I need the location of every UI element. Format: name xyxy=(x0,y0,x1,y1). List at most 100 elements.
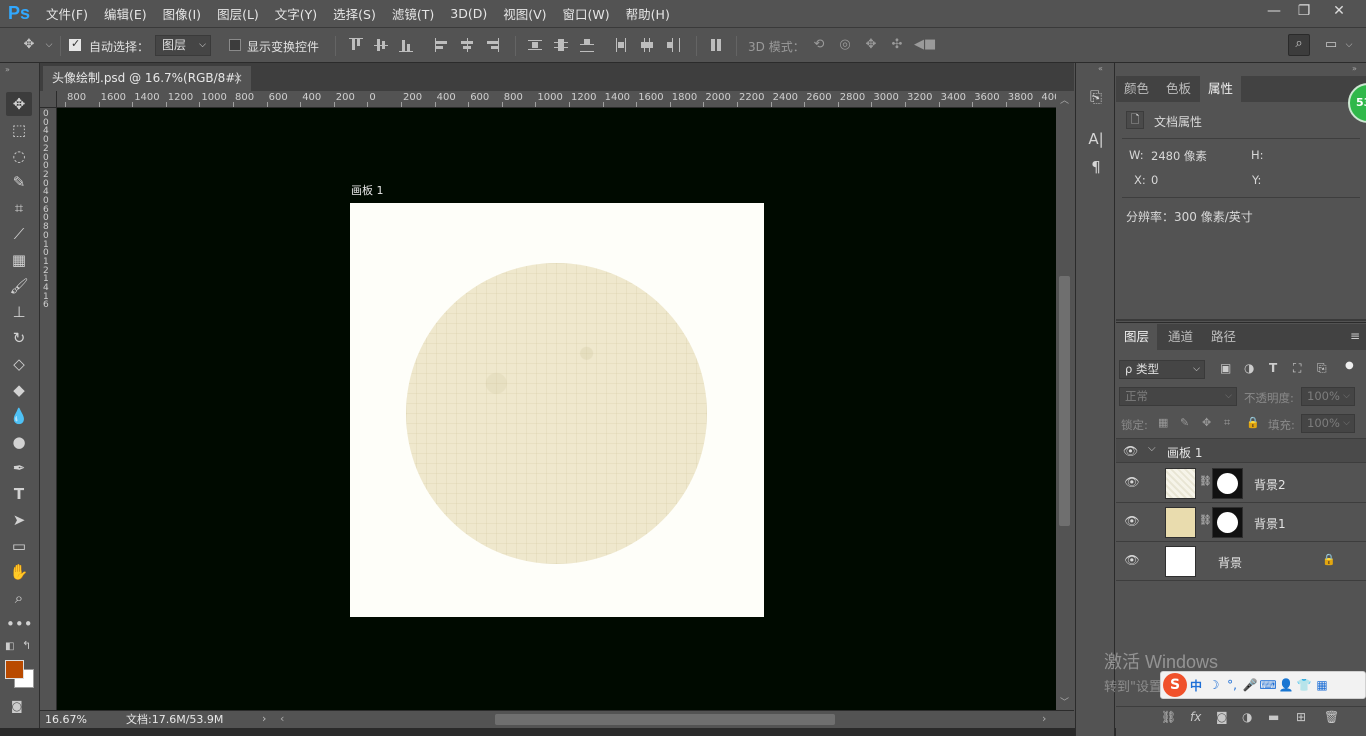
blur-tool-icon[interactable]: 💧 xyxy=(6,404,32,428)
foreground-color-swatch[interactable] xyxy=(5,660,24,679)
type-tool-icon[interactable]: T xyxy=(6,482,32,506)
paint-bucket-tool-icon[interactable]: ◆ xyxy=(6,378,32,402)
menu-type[interactable]: 文字(Y) xyxy=(267,4,325,23)
scroll-right-icon[interactable]: › xyxy=(1042,712,1046,725)
lock-position-icon[interactable]: ✥ xyxy=(1202,416,1211,429)
fill-field[interactable]: 100% ⌵ xyxy=(1301,414,1355,433)
minimize-icon[interactable]: — xyxy=(1257,0,1291,22)
eye-icon[interactable]: 👁 xyxy=(1123,475,1141,489)
link-icon[interactable]: ⛓ xyxy=(1199,515,1212,526)
distribute-hcenter-icon[interactable] xyxy=(640,38,654,52)
layer-row[interactable]: 👁 背景 🔒 xyxy=(1116,542,1366,581)
menu-select[interactable]: 选择(S) xyxy=(325,4,384,23)
chevron-down-icon[interactable]: ⌵ xyxy=(1148,443,1156,454)
moon-icon[interactable]: ☽ xyxy=(1205,678,1223,692)
artboard-label[interactable]: 画板 1 xyxy=(351,182,384,198)
distribute-bottom-icon[interactable] xyxy=(580,38,594,52)
align-vertical-centers-icon[interactable] xyxy=(374,38,388,52)
close-tab-icon[interactable]: × xyxy=(233,66,243,91)
tab-channels[interactable]: 通道 xyxy=(1160,324,1201,350)
tab-color[interactable]: 颜色 xyxy=(1116,76,1157,102)
menu-image[interactable]: 图像(I) xyxy=(155,4,209,23)
panel-divider[interactable] xyxy=(1116,319,1366,321)
filter-type-icon[interactable]: T xyxy=(1269,361,1277,375)
eye-icon[interactable]: 👁 xyxy=(1123,444,1138,458)
menu-layer[interactable]: 图层(L) xyxy=(209,4,267,23)
eye-icon[interactable]: 👁 xyxy=(1123,514,1141,528)
link-layers-icon[interactable]: ⛓ xyxy=(1161,710,1176,724)
eyedropper-tool-icon[interactable]: ⟋ xyxy=(6,222,32,246)
horizontal-scrollbar-thumb[interactable] xyxy=(495,714,835,725)
move-icon[interactable]: ✥ xyxy=(20,36,38,54)
opacity-field[interactable]: 100% ⌵ xyxy=(1301,387,1355,406)
align-left-edges-icon[interactable] xyxy=(435,38,449,52)
vertical-scrollbar-thumb[interactable] xyxy=(1059,276,1070,526)
paragraph-panel-icon[interactable]: ¶ xyxy=(1084,155,1108,179)
user-icon[interactable]: 👤 xyxy=(1277,678,1295,692)
filter-toggle-icon[interactable]: ● xyxy=(1345,360,1355,375)
ime-logo[interactable]: S xyxy=(1163,673,1187,697)
dodge-tool-icon[interactable]: ● xyxy=(6,430,32,454)
toolbox-icon[interactable]: ▦ xyxy=(1313,678,1331,692)
close-icon[interactable]: ✕ xyxy=(1322,0,1356,22)
layer-group-row[interactable]: 👁 ⌵ 画板 1 xyxy=(1116,438,1366,463)
zoom-level-field[interactable]: 16.67% xyxy=(42,712,104,727)
align-bottom-edges-icon[interactable] xyxy=(399,38,413,52)
adjustment-layer-icon[interactable]: ◑ xyxy=(1242,710,1252,724)
menu-filter[interactable]: 滤镜(T) xyxy=(384,4,442,23)
auto-select-target-dropdown[interactable]: 图层 ⌵ xyxy=(155,35,211,56)
distribute-top-icon[interactable] xyxy=(528,38,542,52)
auto-align-icon[interactable] xyxy=(710,38,724,52)
distribute-right-icon[interactable] xyxy=(666,38,680,52)
lock-all-icon[interactable]: 🔒 xyxy=(1246,416,1260,429)
swap-colors-icon[interactable]: ↰ xyxy=(22,639,31,652)
new-layer-icon[interactable]: ⊞ xyxy=(1296,710,1306,724)
menu-view[interactable]: 视图(V) xyxy=(495,4,554,23)
menu-edit[interactable]: 编辑(E) xyxy=(96,4,155,23)
layer-row[interactable]: 👁 ⛓ 背景2 xyxy=(1116,464,1366,503)
vertical-scrollbar[interactable]: ︿ ﹀ xyxy=(1056,91,1074,710)
3d-pan-icon[interactable]: ✥ xyxy=(862,36,880,54)
distribute-left-icon[interactable] xyxy=(614,38,628,52)
brush-tool-icon[interactable]: 🖌 xyxy=(6,274,32,298)
restore-icon[interactable]: ❐ xyxy=(1287,0,1321,22)
rectangle-tool-icon[interactable]: ▭ xyxy=(6,534,32,558)
document-canvas[interactable]: 画板 1 xyxy=(57,108,1056,710)
filter-adjustment-icon[interactable]: ◑ xyxy=(1244,361,1254,375)
hand-tool-icon[interactable]: ✋ xyxy=(6,560,32,584)
collapse-icon[interactable]: » xyxy=(5,65,10,74)
horizontal-scrollbar[interactable] xyxy=(280,712,1050,727)
layer-filter-dropdown[interactable]: ρ 类型 ⌵ xyxy=(1119,360,1205,379)
layer-mask-thumbnail[interactable] xyxy=(1212,468,1243,499)
blend-mode-dropdown[interactable]: 正常 ⌵ xyxy=(1119,387,1237,406)
filter-pixel-icon[interactable]: ▣ xyxy=(1220,361,1231,375)
pen-tool-icon[interactable]: ✒ xyxy=(6,456,32,480)
collapse-panel-icon[interactable]: » xyxy=(1352,64,1357,73)
history-panel-icon[interactable]: ⎘ xyxy=(1084,85,1108,109)
3d-slide-icon[interactable]: ✣ xyxy=(888,36,906,54)
fx-icon[interactable]: fx xyxy=(1190,710,1201,724)
distribute-vcenter-icon[interactable] xyxy=(554,38,568,52)
lock-transparent-icon[interactable]: ▦ xyxy=(1158,416,1168,429)
scroll-up-icon[interactable]: ︿ xyxy=(1060,93,1069,106)
marquee-tool-icon[interactable]: ⬚ xyxy=(6,118,32,142)
keyboard-icon[interactable]: ⌨ xyxy=(1259,678,1277,692)
status-menu-arrow-icon[interactable]: › xyxy=(262,712,266,725)
character-panel-icon[interactable]: A| xyxy=(1084,127,1108,151)
lock-pixels-icon[interactable]: ✎ xyxy=(1180,416,1189,429)
3d-scale-icon[interactable]: ◀■ xyxy=(914,36,936,54)
tab-paths[interactable]: 路径 xyxy=(1203,324,1244,350)
chevron-down-icon[interactable]: ⌵ xyxy=(40,36,58,54)
auto-select-checkbox[interactable] xyxy=(69,37,81,51)
search-icon[interactable]: ⌕ xyxy=(1288,34,1310,56)
healing-tool-icon[interactable]: ▦ xyxy=(6,248,32,272)
filter-smart-object-icon[interactable]: ⎘ xyxy=(1317,361,1327,376)
stamp-tool-icon[interactable]: ⊥ xyxy=(6,300,32,324)
link-icon[interactable]: ⛓ xyxy=(1199,476,1212,487)
chevron-down-icon[interactable]: ⌵ xyxy=(1340,36,1358,54)
workspace-icon[interactable]: ▭ xyxy=(1322,36,1340,54)
x-value[interactable]: 0 xyxy=(1151,173,1158,187)
new-group-icon[interactable]: ▬ xyxy=(1268,710,1279,724)
lock-artboard-icon[interactable]: ⌗ xyxy=(1224,416,1230,430)
ruler-origin[interactable] xyxy=(40,91,57,108)
